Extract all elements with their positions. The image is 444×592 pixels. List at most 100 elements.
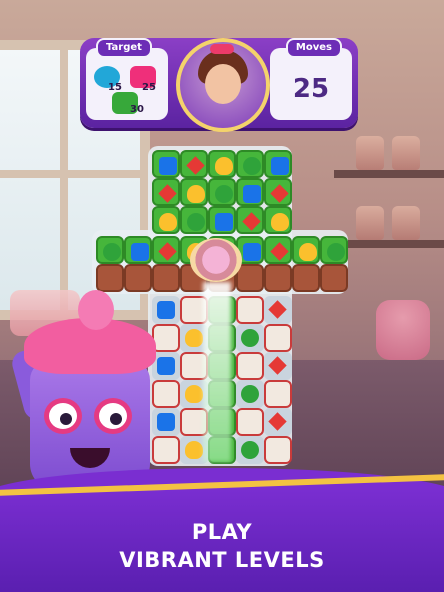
gem-yellow-icon	[187, 185, 205, 203]
board-cell[interactable]	[152, 296, 180, 324]
board-cell[interactable]	[208, 150, 236, 178]
gem-blue-icon	[215, 213, 233, 231]
board-cell[interactable]	[264, 436, 292, 464]
board-cell[interactable]	[292, 264, 320, 292]
target-panel: 15 25 30	[86, 48, 168, 120]
board-cell[interactable]	[96, 264, 124, 292]
banner-line-1: PLAY	[191, 520, 253, 544]
gem-red-icon	[268, 412, 287, 431]
gem-red-icon	[186, 156, 205, 175]
target-count-3: 30	[130, 104, 144, 115]
board-cell[interactable]	[180, 206, 208, 234]
board-cell[interactable]	[264, 380, 292, 408]
board-cell[interactable]	[152, 178, 180, 206]
gem-blue-icon	[271, 157, 289, 175]
board-cell[interactable]	[208, 178, 236, 206]
gem-blue-icon	[243, 185, 261, 203]
board-cell[interactable]	[152, 352, 180, 380]
gem-blue-icon	[243, 243, 261, 261]
background-cupcake	[376, 300, 430, 360]
board-cell[interactable]	[236, 408, 264, 436]
gem-yellow-icon	[271, 213, 289, 231]
board-cell[interactable]	[152, 236, 180, 264]
board-cell[interactable]	[236, 296, 264, 324]
background-jar	[392, 136, 420, 170]
gem-yellow-icon	[159, 213, 177, 231]
gem-blue-icon	[159, 157, 177, 175]
gem-greenleaf-icon	[187, 213, 205, 231]
board-cell[interactable]	[124, 264, 152, 292]
board-cell[interactable]	[264, 150, 292, 178]
board-cell[interactable]	[264, 236, 292, 264]
gem-greenleaf-icon	[241, 329, 259, 347]
gem-yellow-icon	[215, 157, 233, 175]
character-face	[205, 64, 241, 104]
character-bow	[210, 44, 234, 54]
background-jar	[356, 136, 384, 170]
board-cell[interactable]	[208, 206, 236, 234]
background-shelf	[334, 170, 444, 178]
target-label: Target	[96, 38, 152, 58]
gem-blue-icon	[131, 243, 149, 261]
board-cell[interactable]	[180, 150, 208, 178]
moves-label: Moves	[285, 38, 342, 58]
board-cell[interactable]	[236, 380, 264, 408]
gem-yellow-icon	[185, 385, 203, 403]
board-cell[interactable]	[152, 206, 180, 234]
board-cell[interactable]	[96, 236, 124, 264]
gem-greenleaf-icon	[241, 441, 259, 459]
character-portrait	[176, 38, 270, 132]
board-cell[interactable]	[124, 236, 152, 264]
gem-red-icon	[268, 300, 287, 319]
gem-yellow-icon	[185, 441, 203, 459]
board-cell[interactable]	[152, 264, 180, 292]
mascot-cream-swirl	[78, 290, 114, 330]
board-cell[interactable]	[264, 324, 292, 352]
gem-greenleaf-icon	[103, 243, 121, 261]
board-cell[interactable]	[264, 408, 292, 436]
board-cell[interactable]	[292, 236, 320, 264]
gem-blue-icon	[157, 413, 175, 431]
gem-yellow-icon	[299, 243, 317, 261]
board-cell[interactable]	[236, 352, 264, 380]
donut-booster-icon[interactable]	[190, 238, 242, 282]
board-cell[interactable]	[236, 206, 264, 234]
board-cell[interactable]	[152, 150, 180, 178]
target-count-2: 25	[142, 82, 156, 93]
gem-red-icon	[158, 184, 177, 203]
gem-red-icon	[270, 184, 289, 203]
game-scene: 15 25 30 Target 25 Moves PLAY VIBRANT LE…	[0, 0, 444, 592]
board-cell[interactable]	[236, 178, 264, 206]
board-cell[interactable]	[264, 206, 292, 234]
board-cell[interactable]	[236, 436, 264, 464]
moves-count: 25	[292, 74, 330, 104]
board-cell[interactable]	[264, 264, 292, 292]
gem-yellow-icon	[185, 329, 203, 347]
level-hud: 15 25 30 Target 25 Moves	[80, 38, 358, 132]
board-cell[interactable]	[152, 380, 180, 408]
gem-greenleaf-icon	[327, 243, 345, 261]
gem-greenleaf-icon	[215, 185, 233, 203]
banner-line-2: VIBRANT LEVELS	[119, 548, 325, 572]
board-cell[interactable]	[152, 408, 180, 436]
gem-red-icon	[242, 212, 261, 231]
board-cell[interactable]	[180, 178, 208, 206]
board-cell[interactable]	[236, 324, 264, 352]
board-cell[interactable]	[264, 352, 292, 380]
board-cell[interactable]	[264, 296, 292, 324]
board-cell[interactable]	[264, 178, 292, 206]
gem-red-icon	[158, 242, 177, 261]
board-cell[interactable]	[320, 236, 348, 264]
board-cell[interactable]	[236, 264, 264, 292]
gem-red-icon	[270, 242, 289, 261]
board-cell[interactable]	[236, 150, 264, 178]
board-cell[interactable]	[152, 436, 180, 464]
gem-greenleaf-icon	[243, 157, 261, 175]
board-cell[interactable]	[320, 264, 348, 292]
board-cell[interactable]	[152, 324, 180, 352]
gem-blue-icon	[157, 357, 175, 375]
background-jar	[392, 206, 420, 240]
background-shelf	[334, 240, 444, 248]
mascot-glasses	[44, 398, 136, 436]
moves-panel: 25	[270, 48, 352, 120]
